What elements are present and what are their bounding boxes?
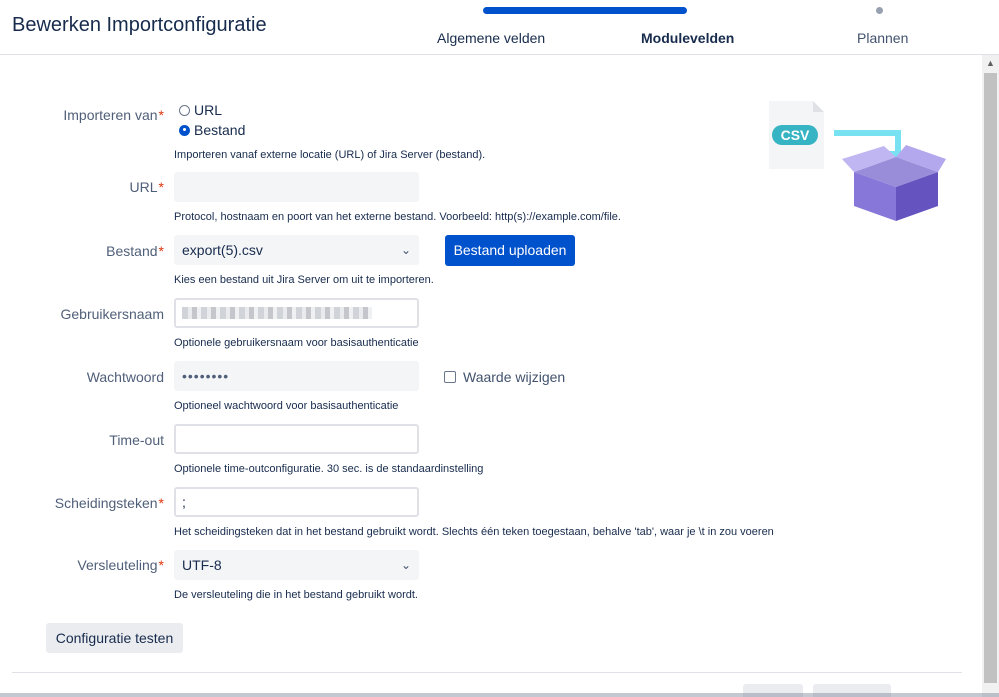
upload-file-button[interactable]: Bestand uploaden [445,235,575,266]
password-label: Wachtwoord [86,369,164,385]
radio-url-circle[interactable] [179,104,190,116]
file-label: Bestand* [106,243,164,259]
radio-bestand[interactable]: Bestand [179,121,245,139]
csv-badge-text: CSV [781,127,810,143]
step-algemene-velden[interactable]: Algemene velden [437,30,545,46]
step-modulevelden[interactable]: Modulevelden [641,30,734,46]
change-value-label: Waarde wijzigen [463,369,566,385]
change-value-checkbox[interactable] [444,371,456,383]
scrollbar-thumb[interactable] [984,73,997,683]
username-label: Gebruikersnaam [60,306,165,322]
change-value-checkbox-row[interactable]: Waarde wijzigen [444,369,565,385]
chevron-down-icon: ⌄ [400,558,411,572]
url-label: URL* [129,179,164,195]
username-input[interactable] [174,298,419,328]
timeout-help: Optionele time-outconfiguratie. 30 sec. … [174,463,484,475]
radio-bestand-circle[interactable] [179,124,190,136]
username-help: Optionele gebruikersnaam voor basisauthe… [174,337,419,349]
progress-bar [483,7,687,14]
delimiter-help: Het scheidingsteken dat in het bestand g… [174,526,774,538]
redacted-username [182,307,372,319]
vertical-scrollbar[interactable]: ▲ [982,55,999,697]
step-dot-plannen [876,7,883,14]
page-header: Bewerken Importconfiguratie Algemene vel… [0,0,999,55]
timeout-input[interactable] [174,424,419,454]
file-help: Kies een bestand uit Jira Server om uit … [174,274,434,286]
step-plannen[interactable]: Plannen [857,30,908,46]
url-input[interactable] [174,172,419,202]
timeout-label: Time-out [109,432,164,448]
arrow-icon [834,130,901,153]
csv-import-illustration: CSV [769,101,946,221]
radio-url[interactable]: URL [179,101,222,119]
encoding-label: Versleuteling* [77,557,164,573]
encoding-help: De versleuteling die in het bestand gebr… [174,589,418,601]
bottom-edge [0,693,999,697]
chevron-down-icon: ⌄ [400,243,411,257]
password-help: Optioneel wachtwoord voor basisauthentic… [174,400,399,412]
radio-url-label: URL [194,102,223,118]
password-input[interactable]: •••••••• [174,361,419,391]
footer-divider [12,672,962,673]
delimiter-label: Scheidingsteken* [54,495,164,511]
radio-bestand-label: Bestand [194,122,246,138]
delimiter-input[interactable]: ; [174,487,419,517]
import-from-help: Importeren vanaf externe locatie (URL) o… [174,149,486,161]
test-configuration-button[interactable]: Configuratie testen [46,623,183,653]
page-title: Bewerken Importconfiguratie [12,14,267,36]
scroll-up-arrow-icon[interactable]: ▲ [982,55,999,72]
import-from-label: Importeren van* [63,107,164,123]
file-select[interactable]: export(5).csv ⌄ [174,235,419,265]
url-help: Protocol, hostnaam en poort van het exte… [174,211,621,223]
encoding-select[interactable]: UTF-8 ⌄ [174,550,419,580]
form-panel: Importeren van* URL Bestand Importeren v… [0,55,982,697]
